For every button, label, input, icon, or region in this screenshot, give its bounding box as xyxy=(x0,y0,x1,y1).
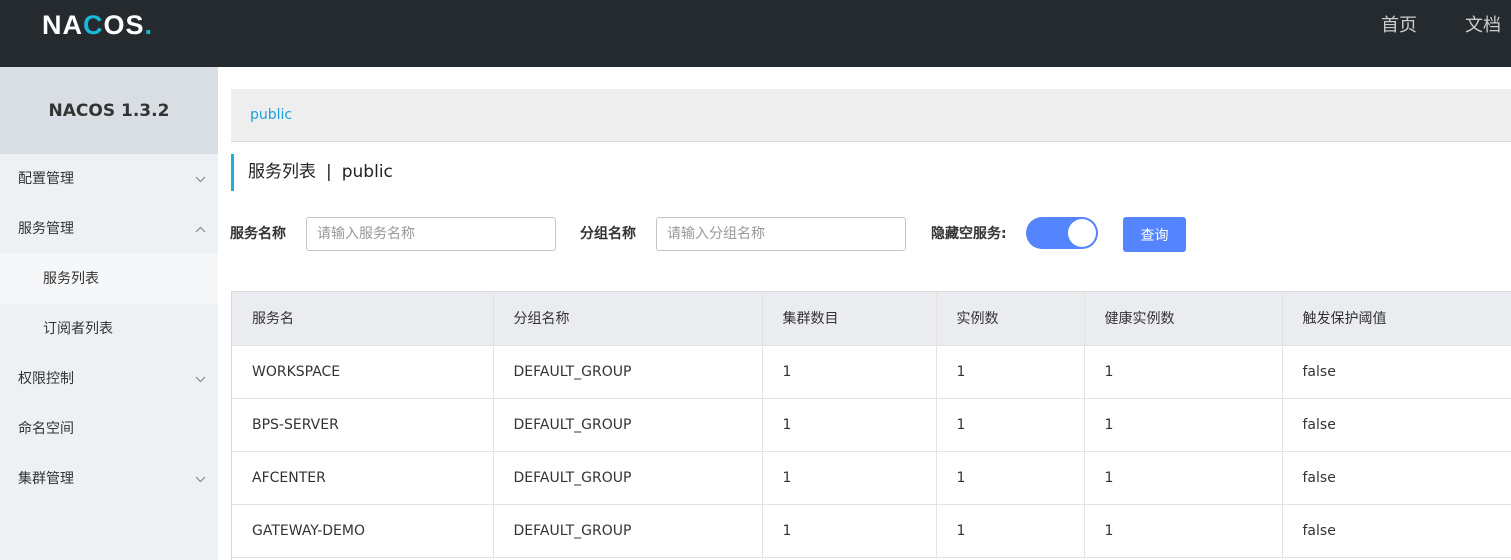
nacos-logo[interactable]: NACOS. xyxy=(42,10,154,40)
sidebar-item-access-control[interactable]: 权限控制 xyxy=(0,354,218,404)
column-header-cluster-count: 集群数目 xyxy=(762,292,937,346)
service-name-label: 服务名称 xyxy=(230,226,286,242)
hide-empty-services-label: 隐藏空服务: xyxy=(931,226,1007,242)
cell-service-name: GATEWAY-DEMO xyxy=(232,504,494,558)
logo-text-part: NA xyxy=(42,10,83,40)
logo-text-part: OS xyxy=(103,10,145,40)
cell-group-name: DEFAULT_GROUP xyxy=(493,398,763,452)
namespace-link-public[interactable]: public xyxy=(250,107,292,123)
group-name-label: 分组名称 xyxy=(580,226,636,242)
table-row: GATEWAY-DEMO DEFAULT_GROUP 1 1 1 false xyxy=(232,504,1511,558)
table-header-row: 服务名 分组名称 集群数目 实例数 健康实例数 触发保护阈值 xyxy=(232,292,1511,346)
cell-instance-count: 1 xyxy=(936,451,1085,505)
sidebar-item-label: 配置管理 xyxy=(18,171,74,187)
column-header-healthy-instance-count: 健康实例数 xyxy=(1084,292,1283,346)
toggle-knob xyxy=(1068,219,1096,247)
cell-group-name: DEFAULT_GROUP xyxy=(493,451,763,505)
nav-docs-link[interactable]: 文档 xyxy=(1465,14,1501,38)
table-row: WORKSPACE DEFAULT_GROUP 1 1 1 false xyxy=(232,345,1511,399)
sidebar-version-title: NACOS 1.3.2 xyxy=(0,67,218,154)
sidebar-item-label: 服务列表 xyxy=(43,271,99,287)
hide-empty-services-toggle[interactable] xyxy=(1026,217,1098,249)
cell-healthy-instance-count: 1 xyxy=(1084,398,1283,452)
sidebar-item-cluster-management[interactable]: 集群管理 xyxy=(0,454,218,504)
cell-protect-threshold: false xyxy=(1282,451,1511,505)
cell-protect-threshold: false xyxy=(1282,504,1511,558)
top-nav: 首页 文档 xyxy=(1333,14,1511,38)
chevron-up-icon xyxy=(194,204,206,254)
cell-service-name: BPS-SERVER xyxy=(232,398,494,452)
page-title: 服务列表 | public xyxy=(231,154,393,191)
page-title-text: 服务列表 xyxy=(248,162,316,182)
cell-instance-count: 1 xyxy=(936,345,1085,399)
top-bar: NACOS. 首页 文档 xyxy=(0,0,1511,67)
column-header-group-name: 分组名称 xyxy=(493,292,763,346)
service-name-input[interactable] xyxy=(306,217,556,251)
nav-home-link[interactable]: 首页 xyxy=(1381,14,1417,38)
chevron-down-icon xyxy=(194,454,206,504)
cell-instance-count: 1 xyxy=(936,398,1085,452)
cell-protect-threshold: false xyxy=(1282,398,1511,452)
sidebar-item-config-management[interactable]: 配置管理 xyxy=(0,154,218,204)
service-table: 服务名 分组名称 集群数目 实例数 健康实例数 触发保护阈值 WORKSPACE… xyxy=(231,291,1511,560)
cell-cluster-count: 1 xyxy=(762,451,937,505)
column-header-service-name: 服务名 xyxy=(232,292,494,346)
cell-cluster-count: 1 xyxy=(762,345,937,399)
cell-service-name: WORKSPACE xyxy=(232,345,494,399)
sidebar-item-label: 订阅者列表 xyxy=(43,321,113,337)
logo-dot: . xyxy=(144,10,154,40)
query-button[interactable]: 查询 xyxy=(1123,217,1186,252)
sidebar-item-namespace[interactable]: 命名空间 xyxy=(0,404,218,454)
cell-healthy-instance-count: 1 xyxy=(1084,345,1283,399)
column-header-protect-threshold: 触发保护阈值 xyxy=(1282,292,1511,346)
group-name-input[interactable] xyxy=(656,217,906,251)
cell-protect-threshold: false xyxy=(1282,345,1511,399)
sidebar-item-label: 集群管理 xyxy=(18,471,74,487)
column-header-instance-count: 实例数 xyxy=(936,292,1085,346)
cell-cluster-count: 1 xyxy=(762,398,937,452)
sidebar: NACOS 1.3.2 配置管理 服务管理 服务列表 订阅者列表 权限控制 命名… xyxy=(0,67,218,560)
table-row: BPS-SERVER DEFAULT_GROUP 1 1 1 false xyxy=(232,398,1511,452)
chevron-down-icon xyxy=(194,154,206,204)
main-content: public 服务列表 | public 服务名称 分组名称 隐藏空服务: 查询 服… xyxy=(218,67,1511,560)
sidebar-item-label: 命名空间 xyxy=(18,421,74,437)
page-title-separator: | xyxy=(326,162,332,182)
cell-healthy-instance-count: 1 xyxy=(1084,451,1283,505)
cell-instance-count: 1 xyxy=(936,504,1085,558)
logo-ring: C xyxy=(83,10,104,40)
sidebar-item-subscriber-list[interactable]: 订阅者列表 xyxy=(0,304,218,354)
sidebar-item-service-list[interactable]: 服务列表 xyxy=(0,254,218,304)
sidebar-item-label: 服务管理 xyxy=(18,221,74,237)
cell-group-name: DEFAULT_GROUP xyxy=(493,345,763,399)
cell-service-name: AFCENTER xyxy=(232,451,494,505)
chevron-down-icon xyxy=(194,354,206,404)
cell-group-name: DEFAULT_GROUP xyxy=(493,504,763,558)
cell-cluster-count: 1 xyxy=(762,504,937,558)
table-row: AFCENTER DEFAULT_GROUP 1 1 1 false xyxy=(232,451,1511,505)
sidebar-item-label: 权限控制 xyxy=(18,371,74,387)
sidebar-menu: 配置管理 服务管理 服务列表 订阅者列表 权限控制 命名空间 集群管理 xyxy=(0,154,218,504)
cell-healthy-instance-count: 1 xyxy=(1084,504,1283,558)
page-title-namespace: public xyxy=(341,162,393,182)
sidebar-item-service-management[interactable]: 服务管理 xyxy=(0,204,218,254)
namespace-breadcrumb: public xyxy=(231,89,1511,142)
